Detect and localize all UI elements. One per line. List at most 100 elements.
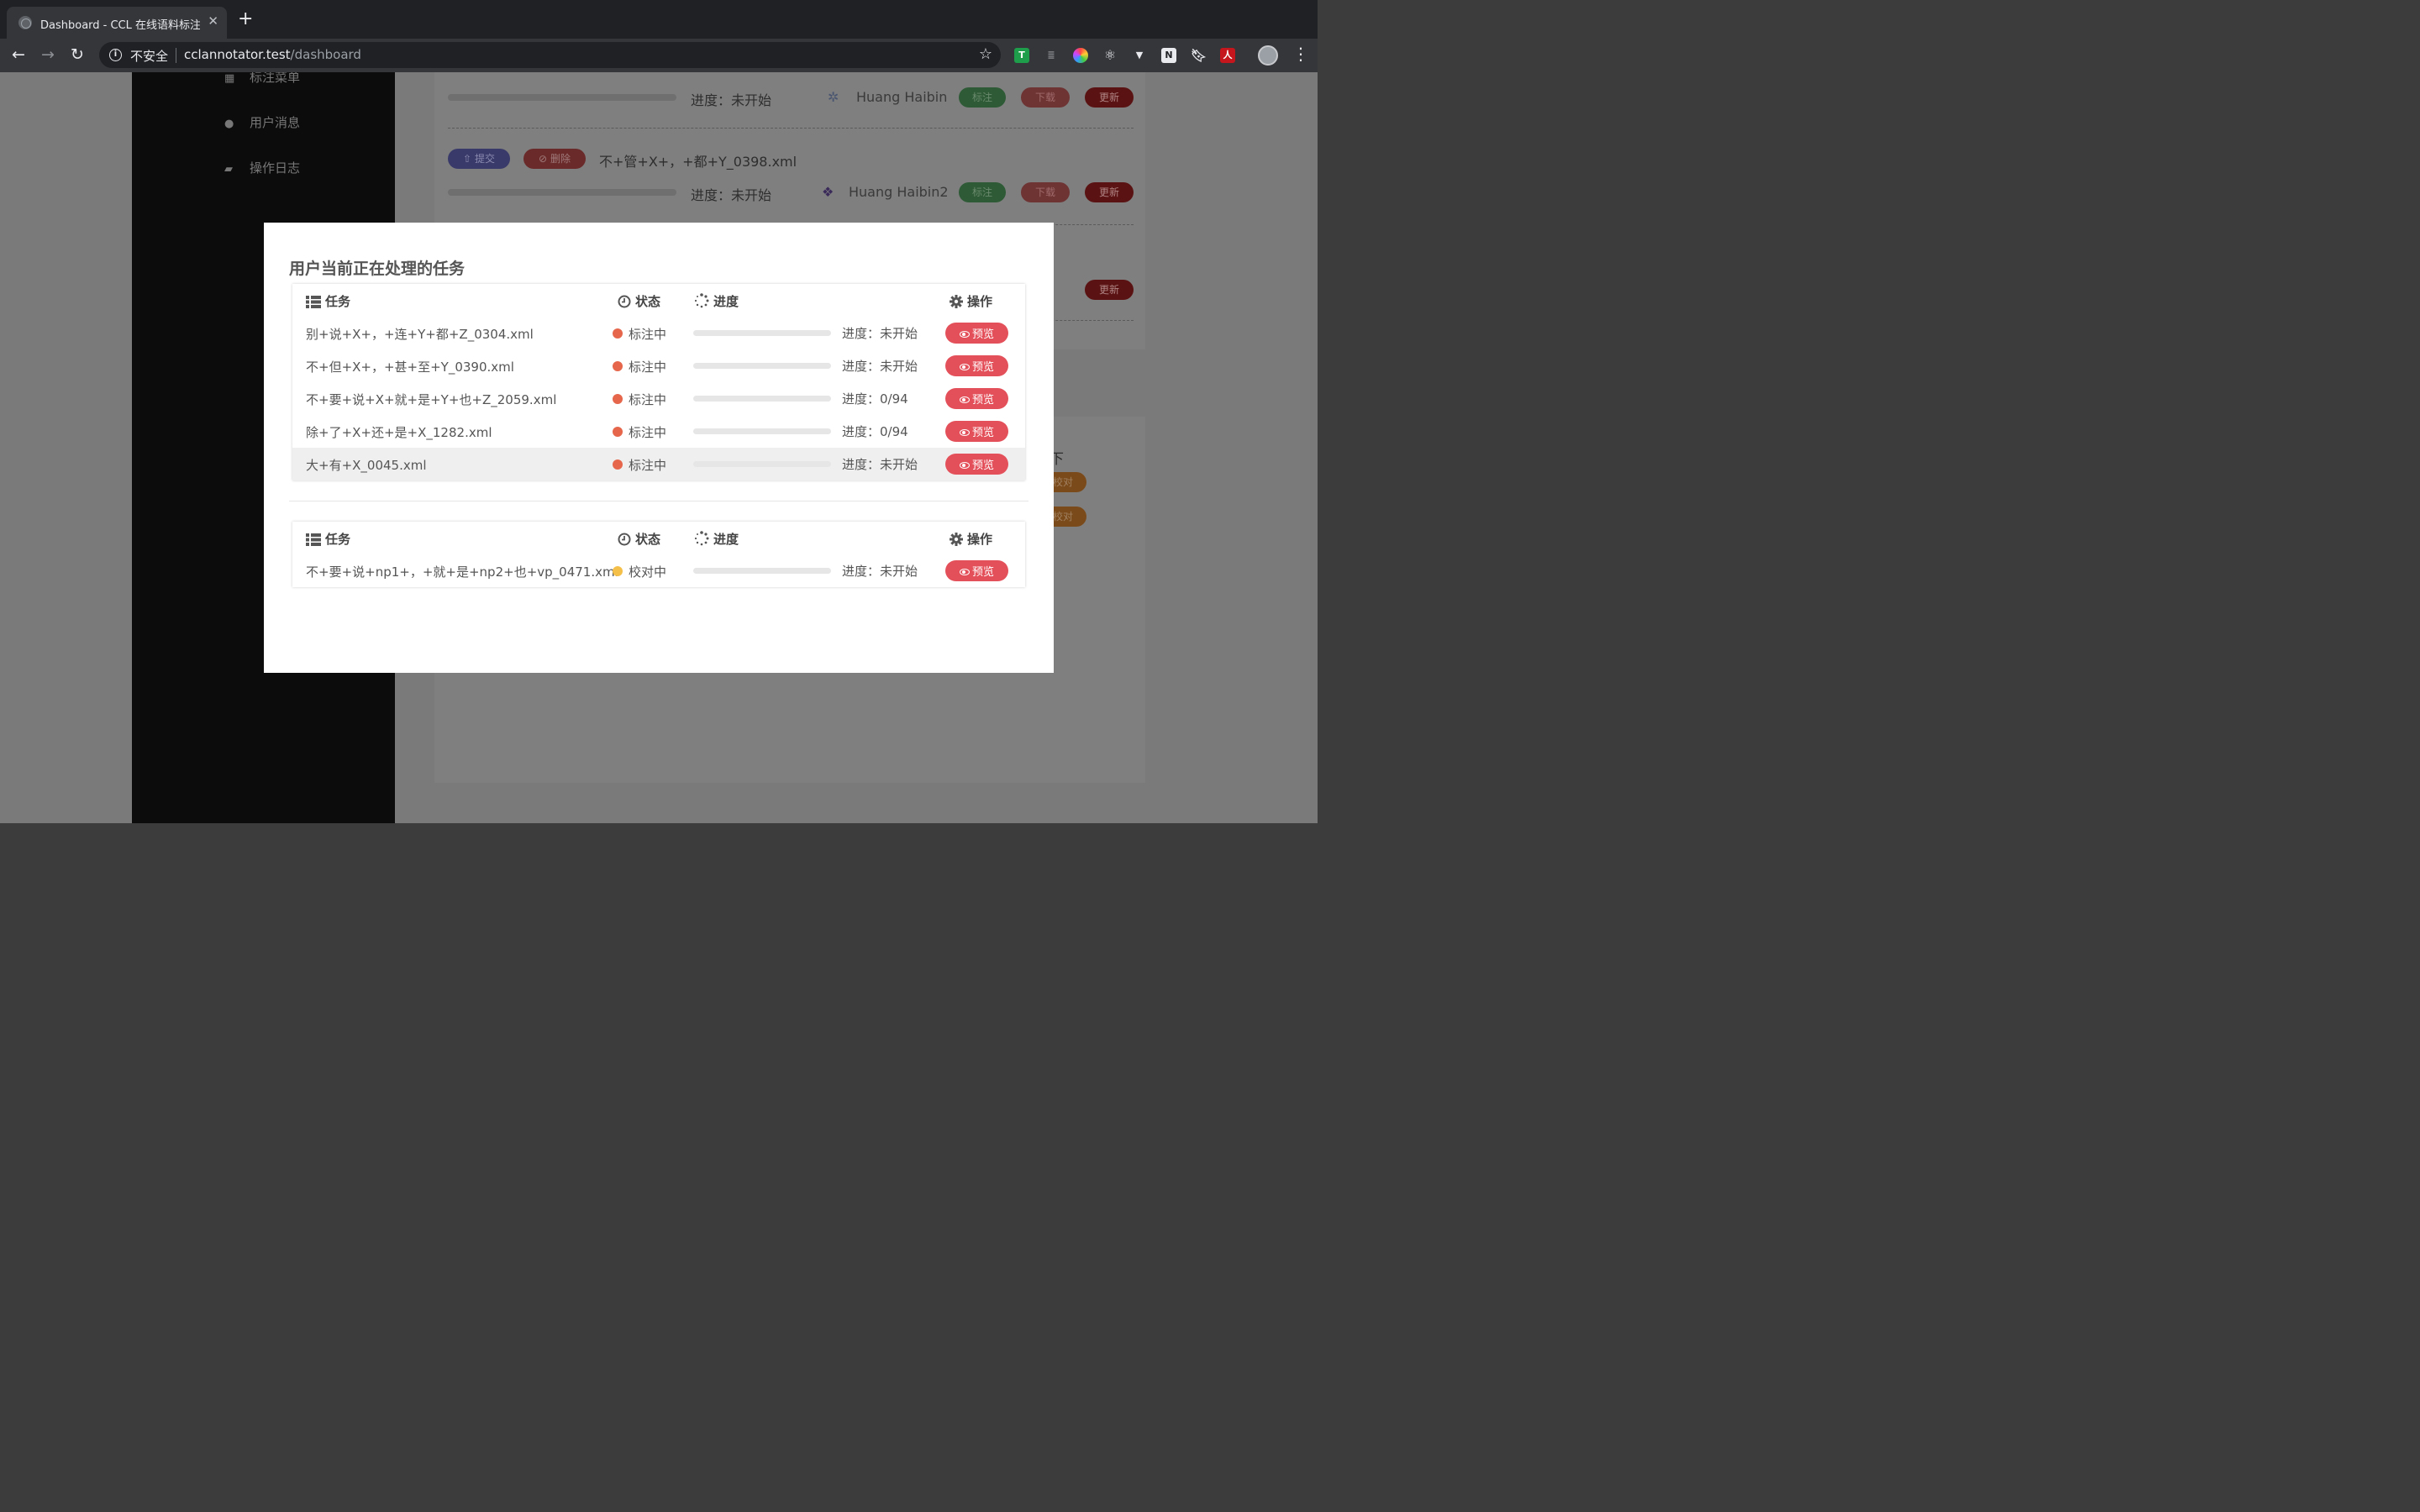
tasks-table-reviewing: 任务 状态 进度 操作 不+要+说+np1+，+就+是+np2+也+vp_047… [292,522,1025,587]
new-tab-button[interactable]: + [238,10,253,29]
col-progress-label: 进度 [713,294,739,309]
col-status: 状态 [618,292,660,310]
progress-text: 进度：未开始 [842,326,918,341]
preview-button[interactable]: 预览 [945,560,1008,581]
col-status-label: 状态 [635,532,661,547]
eye-icon [959,569,970,575]
submit-button[interactable]: ⇧ 提交 [448,149,510,169]
preview-button[interactable]: 预览 [945,355,1008,376]
progress-bar [693,363,831,369]
back-arrow-icon[interactable]: ← [12,45,25,64]
vue-icon[interactable]: ▼ [1132,48,1147,63]
sidebar-item-annotation-menu[interactable]: ▦ 标注菜单 [224,72,300,86]
bookmark-star-icon[interactable]: ☆ [979,45,992,63]
table-row: 别+说+X+，+连+Y+都+Z_0304.xml 标注中 进度：未开始 预览 [292,317,1025,349]
progress-bar [693,428,831,434]
update-button[interactable]: 更新 [1085,87,1134,108]
clock-icon [618,295,631,308]
browser-tab[interactable]: Dashboard - CCL 在线语料标注 ✕ [7,7,227,39]
delete-button[interactable]: ⊘ 删除 [523,149,586,169]
delete-label: 删除 [550,153,571,165]
gear-icon [950,295,963,308]
comment-icon: ● [224,118,234,130]
annotate-button[interactable]: 标注 [959,182,1006,202]
progress-bar [448,189,676,196]
preview-button[interactable]: 预览 [945,388,1008,409]
progress-text: 进度：未开始 [842,457,918,472]
preview-button[interactable]: 预览 [945,323,1008,344]
security-label[interactable]: 不安全 [130,47,168,65]
progress-bar [693,568,831,574]
list-item: ⇧ 提交 ⊘ 删除 不+管+X+，+都+Y_0398.xml 进度：未开始 ❖ … [448,149,1134,207]
eye-icon [959,396,970,403]
task-name: 不+要+说+np1+，+就+是+np2+也+vp_0471.xml [306,564,618,580]
color-icon[interactable] [1073,48,1088,63]
spinner-icon [694,531,709,546]
preview-button[interactable]: 预览 [945,454,1008,475]
status-dot [613,328,623,339]
gear-icon [950,533,963,546]
notion-icon[interactable]: N [1161,48,1176,63]
col-task: 任务 [306,292,350,310]
col-progress: 进度 [694,530,739,548]
col-action: 操作 [950,292,992,310]
table-row: 不+要+说+np1+，+就+是+np2+也+vp_0471.xml 校对中 进度… [292,554,1025,587]
reader-icon[interactable]: ≣ [1044,48,1059,63]
task-name: 除+了+X+还+是+X_1282.xml [306,425,492,440]
sidebar-item-messages[interactable]: ● 用户消息 [224,113,300,131]
sidebar-item-label: 标注菜单 [250,72,301,85]
eye-icon [959,462,970,469]
eye-icon [959,331,970,338]
progress-text: 进度：未开始 [842,359,918,374]
react-icon[interactable]: ⚛ [1102,48,1118,63]
info-icon[interactable]: i [109,49,122,61]
update-button[interactable]: 更新 [1085,182,1134,202]
status-dot [613,361,623,371]
tampermonkey-icon[interactable]: T [1014,48,1029,63]
col-status-label: 状态 [635,294,661,309]
avatar[interactable] [1258,45,1278,66]
sidebar-item-logs[interactable]: ▰ 操作日志 [224,159,300,176]
col-action-label: 操作 [967,532,993,547]
download-button[interactable]: 下载 [1021,87,1070,108]
user-avatar-icon: ❖ [822,184,834,200]
menu-kebab-icon[interactable]: ⋮ [1292,45,1309,63]
book-icon: ▰ [224,163,233,176]
eye-icon [959,429,970,436]
col-progress: 进度 [694,292,739,310]
submit-label: 提交 [474,153,495,165]
progress-text: 进度：未开始 [691,187,772,203]
pdf-icon[interactable]: 人 [1220,48,1235,63]
address-bar[interactable]: i 不安全 cclannotator.test/dashboard ☆ [99,42,1001,68]
preview-label: 预览 [971,459,994,471]
reload-icon[interactable]: ↻ [71,45,84,64]
status-text: 校对中 [629,564,667,580]
url-text[interactable]: cclannotator.test/dashboard [184,47,361,62]
user-avatar-icon: ✲ [828,89,839,105]
table-row: 除+了+X+还+是+X_1282.xml 标注中 进度：0/94 预览 [292,415,1025,448]
list-item: 进度：未开始 ✲ Huang Haibin 标注 下载 更新 [448,87,1134,121]
col-action-label: 操作 [967,294,993,309]
status-text: 标注中 [629,392,667,407]
list-icon [306,296,321,308]
task-name: 不+要+说+X+就+是+Y+也+Z_2059.xml [306,392,557,407]
sidebar-item-label: 操作日志 [250,160,301,176]
spinner-icon [694,293,709,308]
progress-text: 进度：未开始 [691,92,772,108]
eye-icon [959,364,970,370]
progress-bar [693,330,831,336]
preview-label: 预览 [971,393,994,406]
bookmark-icon[interactable]: 🔖︎ [1191,48,1207,63]
annotate-button[interactable]: 标注 [959,87,1006,108]
forward-arrow-icon[interactable]: → [41,45,55,64]
status-text: 标注中 [629,458,667,473]
col-action: 操作 [950,530,992,548]
col-task: 任务 [306,530,350,548]
tasks-modal: 用户当前正在处理的任务 任务 状态 进度 操作 别+说+X+，+连+Y+都+Z_… [264,223,1054,673]
col-task-label: 任务 [325,532,351,547]
preview-button[interactable]: 预览 [945,421,1008,442]
download-button[interactable]: 下载 [1021,182,1070,202]
update-button[interactable]: 更新 [1085,280,1134,300]
modal-title: 用户当前正在处理的任务 [289,260,466,278]
tab-close-icon[interactable]: ✕ [208,13,218,29]
